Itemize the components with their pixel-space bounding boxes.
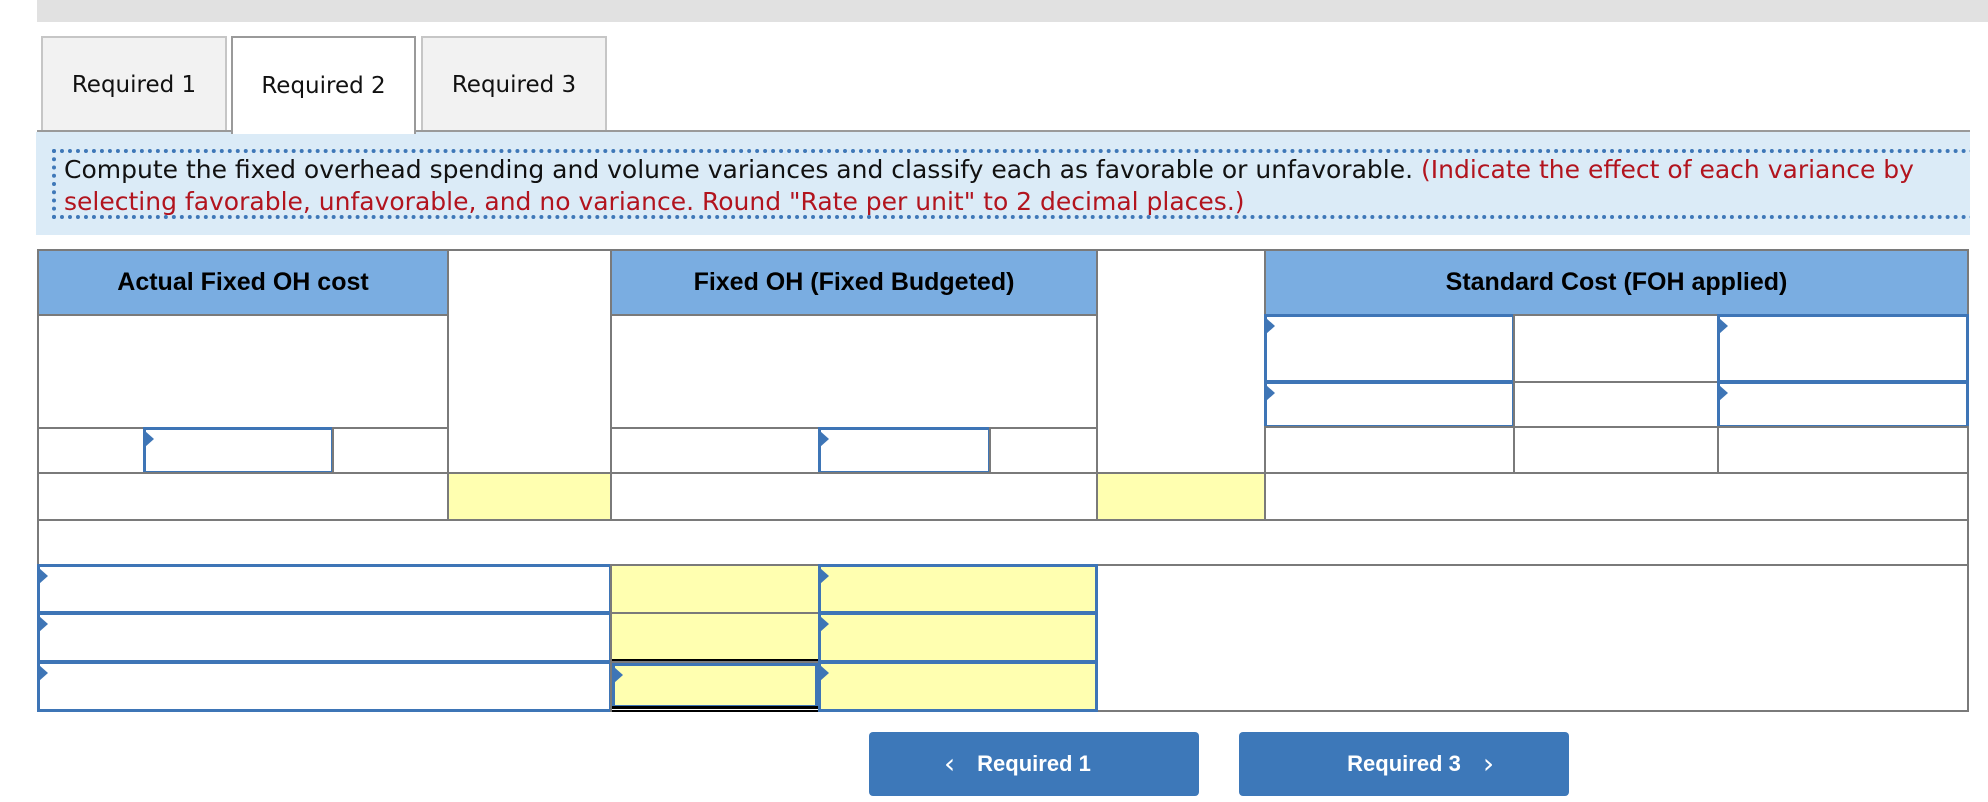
spacer-column-1 [447,249,612,474]
budgeted-blank-cell [610,314,1098,429]
header-fixed-oh-budgeted: Fixed OH (Fixed Budgeted) [610,249,1098,316]
double-underline [612,706,818,712]
instructions-text: Compute the fixed overhead spending and … [64,154,1970,218]
std-r1c2-cell [1513,314,1719,383]
budgeted-fixed-oh-input[interactable] [818,427,991,474]
actual-left-cell [37,427,145,474]
summary-r3-amount-cell [610,661,820,712]
budgeted-left-cell [610,427,820,474]
instructions-focus-box: Compute the fixed overhead spending and … [52,149,1970,219]
spending-variance-cell [447,472,612,521]
budgeted-right-cell [989,427,1098,474]
header-label: Standard Cost (FOH applied) [1445,268,1788,296]
diff-row-budgeted [610,472,1098,521]
header-standard-cost: Standard Cost (FOH applied) [1264,249,1969,316]
tab-label: Required 3 [451,72,577,98]
std-r2c2-cell [1513,381,1719,428]
variance-class-3-select[interactable] [818,661,1098,712]
std-row2-col1-input[interactable] [1264,381,1515,428]
next-button-label: Required 3 [1347,751,1461,776]
prev-button-label: Required 1 [977,751,1091,776]
diff-row-standard [1264,472,1969,521]
budgeted-input-cell [818,427,991,474]
tab-required-1[interactable]: Required 1 [41,36,227,132]
variance-label-3-input[interactable] [37,661,612,712]
header-actual-fixed-oh: Actual Fixed OH cost [37,249,449,316]
variance-class-1-select[interactable] [818,564,1098,614]
variance-amount-3-input[interactable] [612,663,818,708]
spacer-column-2 [1096,249,1266,474]
tab-required-3[interactable]: Required 3 [421,36,607,132]
actual-fixed-oh-input[interactable] [143,427,334,474]
summary-r2-amount-cell [610,612,820,663]
summary-r2-label-cell [37,612,612,663]
variance-label-1-input[interactable] [37,564,612,614]
summary-r3-class-cell [818,661,1098,712]
separator-row [37,519,1969,566]
summary-r1-label-cell [37,564,612,614]
summary-r2-class-cell [818,612,1098,663]
prev-required-1-button[interactable]: ‹ Required 1 ‹ [869,732,1199,796]
actual-right-cell [332,427,449,474]
instructions-panel: Compute the fixed overhead spending and … [36,132,1970,235]
chevron-left-icon: ‹ [943,747,956,780]
std-r1c1-cell [1264,314,1515,383]
tab-label: Required 1 [71,72,197,98]
std-row2-col3-input[interactable] [1717,381,1969,428]
std-r2c1-cell [1264,381,1515,428]
std-row1-col1-input[interactable] [1264,314,1515,383]
instructions-main: Compute the fixed overhead spending and … [64,155,1421,184]
std-r3c3-cell [1717,426,1969,474]
summary-r3-label-cell [37,661,612,712]
std-r2c3-cell [1717,381,1969,428]
actual-input-cell [143,427,334,474]
diff-row-actual [37,472,449,521]
header-label: Fixed OH (Fixed Budgeted) [693,268,1015,296]
std-row1-col3-input[interactable] [1717,314,1969,383]
chevron-right-icon: › [1482,747,1495,780]
top-bar [37,0,1988,22]
variance-label-2-input[interactable] [37,612,612,663]
std-r3c1-cell [1264,426,1515,474]
next-required-3-button[interactable]: › Required 3 › [1239,732,1569,796]
std-r3c2-cell [1513,426,1719,474]
tab-required-2[interactable]: Required 2 [231,36,416,134]
tab-label: Required 2 [261,73,386,99]
summary-r1-class-cell [818,564,1098,614]
summary-r1-amount-cell [610,564,820,614]
variance-class-2-select[interactable] [818,612,1098,663]
actual-blank-cell [37,314,449,429]
std-r1c3-cell [1717,314,1969,383]
volume-variance-cell [1096,472,1266,521]
header-label: Actual Fixed OH cost [117,268,369,296]
